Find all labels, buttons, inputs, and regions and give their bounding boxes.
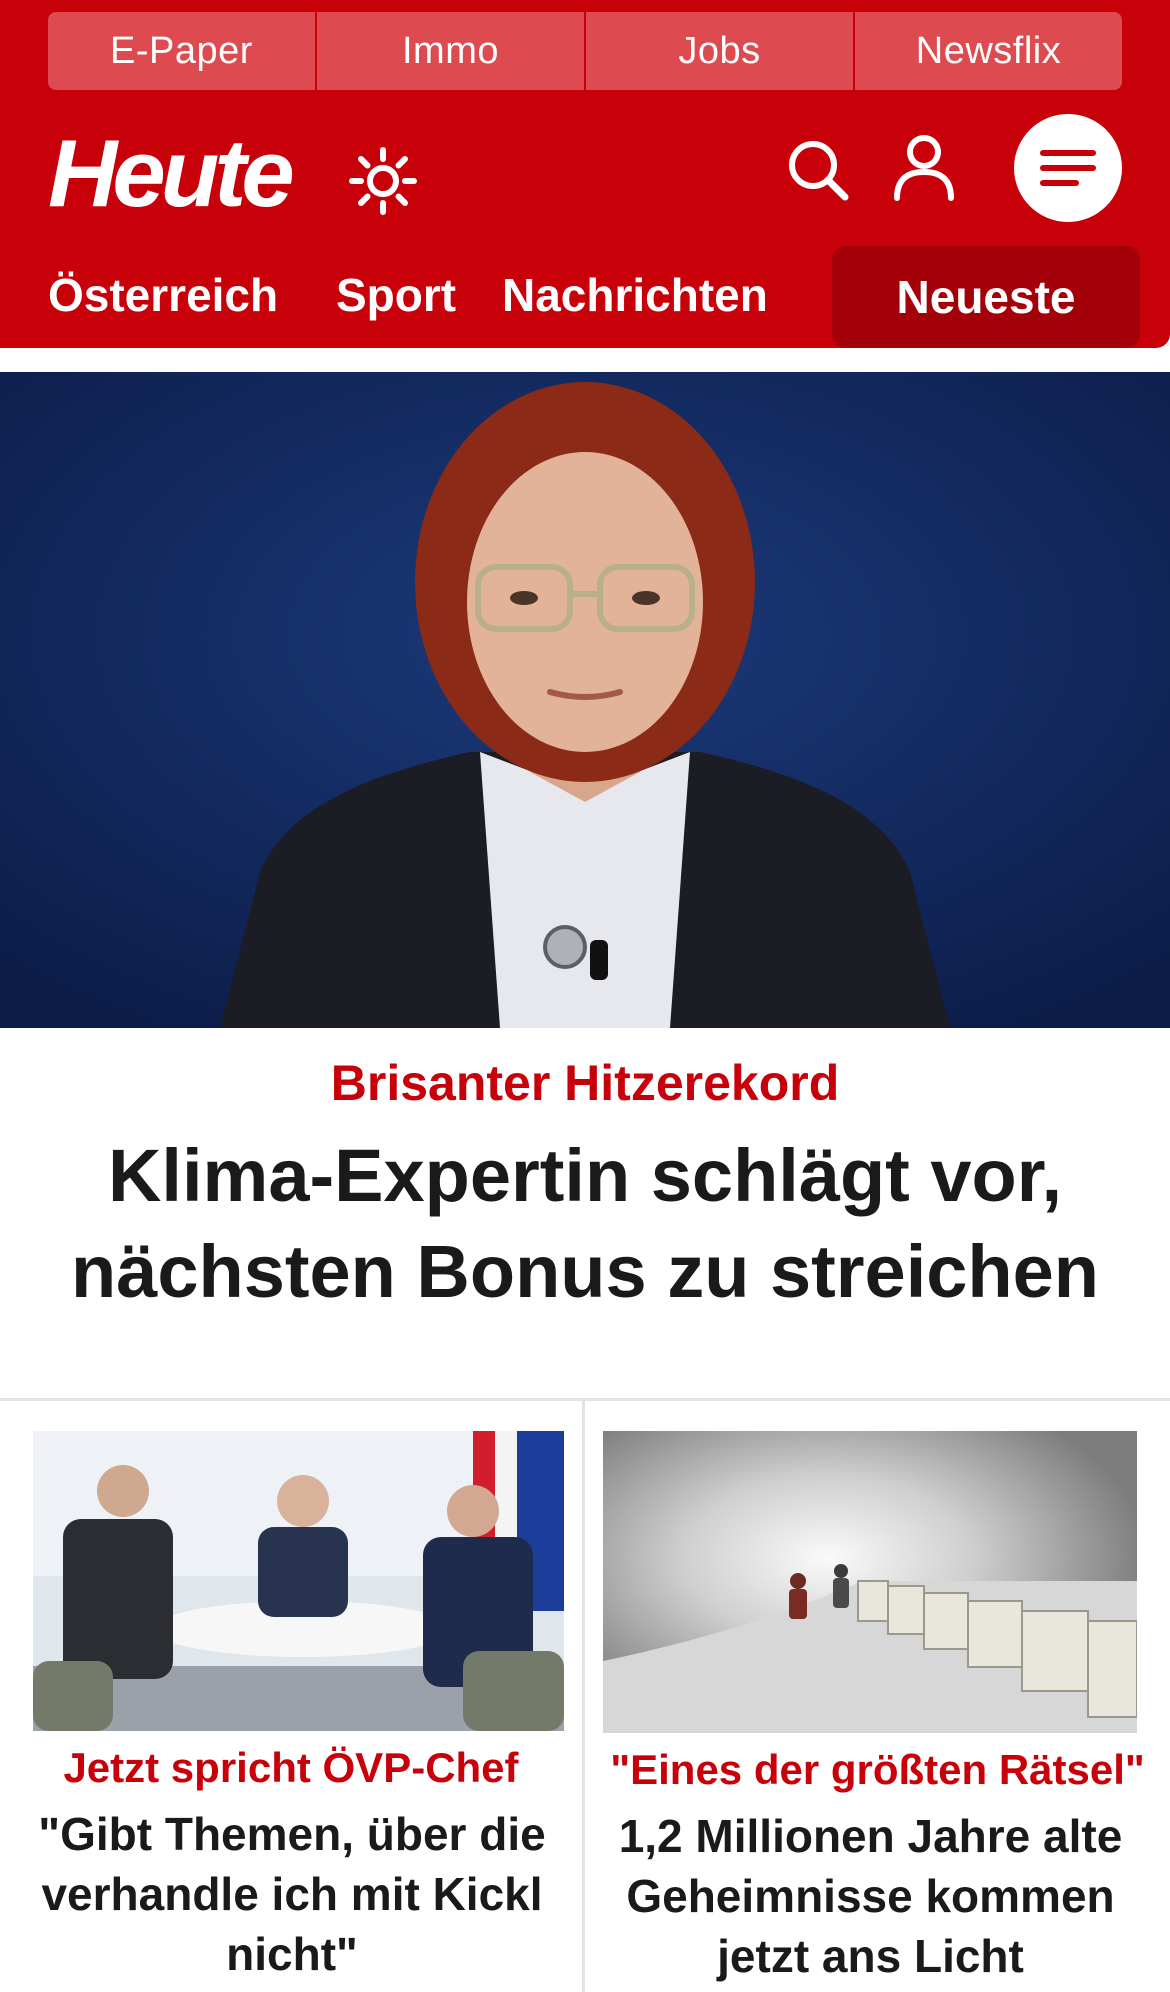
- card-2-image[interactable]: [603, 1431, 1137, 1733]
- user-icon[interactable]: [892, 134, 956, 202]
- tab-immo[interactable]: Immo: [317, 12, 586, 90]
- card-2-kicker[interactable]: "Eines der größten Rätsel": [585, 1746, 1170, 1794]
- tab-jobs[interactable]: Jobs: [586, 12, 855, 90]
- card-2-title[interactable]: 1,2 Millionen Jahre alte Geheimnisse kom…: [598, 1806, 1143, 1986]
- card-1-image[interactable]: [33, 1431, 564, 1731]
- nav-nachrichten[interactable]: Nachrichten: [502, 268, 768, 322]
- card-1-title[interactable]: "Gibt Themen, über die verhandle ich mit…: [22, 1804, 562, 1984]
- menu-button[interactable]: [1014, 114, 1122, 222]
- hero-title-line-1: Klima-Expertin schlägt vor,: [107, 1134, 1063, 1217]
- tab-e-paper[interactable]: E-Paper: [48, 12, 317, 90]
- card-1-photo: [33, 1431, 564, 1731]
- menu-icon: [1040, 150, 1096, 186]
- logo-text: Heute: [48, 120, 295, 227]
- search-icon[interactable]: [786, 138, 850, 202]
- nav-oesterreich[interactable]: Österreich: [48, 268, 278, 322]
- top-header: E-Paper Immo Jobs Newsflix Heute: [0, 0, 1170, 246]
- card-2-photo: [603, 1431, 1137, 1733]
- sun-icon[interactable]: [348, 146, 418, 216]
- hero-photo: [0, 372, 1170, 1028]
- hero-kicker[interactable]: Brisanter Hitzerekord: [0, 1054, 1170, 1112]
- card-1-kicker[interactable]: Jetzt spricht ÖVP-Chef: [0, 1744, 582, 1792]
- service-tabs: E-Paper Immo Jobs Newsflix: [48, 12, 1122, 90]
- column-divider: [582, 1400, 585, 1992]
- nav-sport[interactable]: Sport: [336, 268, 456, 322]
- hero-title[interactable]: Klima-Expertin schlägt vor, nächsten Bon…: [60, 1128, 1110, 1320]
- hero-title-line-2: nächsten Bonus zu streichen: [71, 1230, 1099, 1313]
- nav-neueste[interactable]: Neueste: [832, 246, 1140, 348]
- section-nav: Österreich Sport Nachrichten Neueste: [0, 246, 1170, 348]
- section-divider: [0, 1398, 1170, 1401]
- tab-newsflix[interactable]: Newsflix: [855, 12, 1122, 90]
- heute-logo[interactable]: Heute: [48, 120, 295, 227]
- hero-image[interactable]: [0, 372, 1170, 1028]
